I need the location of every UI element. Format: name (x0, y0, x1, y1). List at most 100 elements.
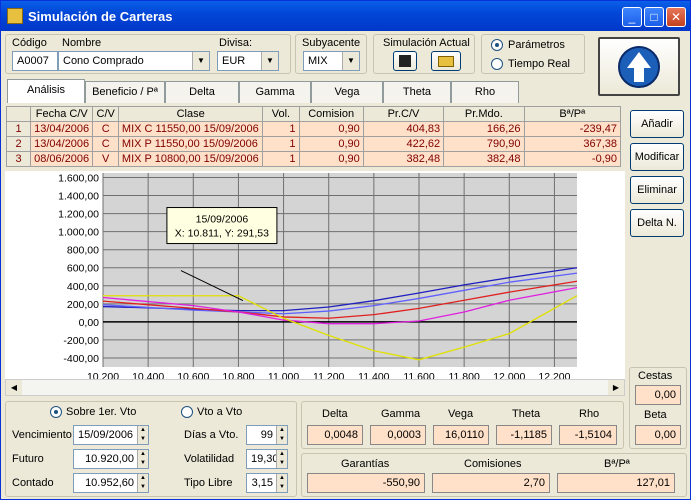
tipo-label: Tipo Libre (184, 477, 233, 489)
cell-fecha[interactable]: 08/06/2006 (30, 151, 94, 167)
dias-value: 99 (260, 429, 273, 441)
tab-rho[interactable]: Rho (451, 81, 519, 103)
radio-vto-a-vto[interactable] (181, 406, 193, 418)
cell-prmdo[interactable]: 790,90 (443, 136, 525, 152)
nombre-select[interactable]: Cono Comprado ▼ (58, 51, 210, 71)
column-header[interactable]: Vol. (262, 106, 300, 122)
divisa-select[interactable]: EUR ▼ (217, 51, 279, 71)
close-button[interactable]: ✕ (666, 7, 686, 27)
column-header[interactable]: Comision (298, 106, 364, 122)
cell-clase[interactable]: MIX P 10800,00 15/09/2006 (117, 151, 264, 167)
tab-beneficio[interactable]: Beneficio / Pª (85, 81, 165, 103)
column-header[interactable]: C/V (92, 106, 119, 122)
cell-cv[interactable]: C (92, 121, 119, 137)
contado-label: Contado (12, 477, 54, 489)
spin-icon[interactable]: ▲ ▼ (137, 426, 148, 444)
spin-icon[interactable]: ▲ ▼ (276, 450, 287, 468)
tab-gamma[interactable]: Gamma (239, 81, 311, 103)
cell-prmdo[interactable]: 382,48 (443, 151, 525, 167)
subyacente-select[interactable]: MIX ▼ (303, 51, 360, 71)
chevron-down-icon[interactable]: ▼ (342, 52, 359, 70)
y-tick-label: -200,00 (63, 335, 99, 347)
tab-delta[interactable]: Delta (165, 81, 239, 103)
column-header[interactable]: Pr.Mdo. (443, 106, 525, 122)
table-row[interactable]: 1 13/04/2006 C MIX C 11550,00 15/09/2006… (5, 121, 622, 137)
y-tick-label: 400,00 (67, 281, 99, 293)
rho-value: -1,5104 (559, 425, 617, 445)
column-header[interactable]: Fecha C/V (30, 106, 94, 122)
dias-field[interactable]: 99 ▲ ▼ (246, 425, 288, 445)
row-number: 1 (5, 121, 32, 137)
go-up-button[interactable] (598, 37, 680, 96)
contado-field[interactable]: 10.952,60 ▲ ▼ (73, 473, 149, 493)
column-header[interactable]: Pr.C/V (362, 106, 445, 122)
maximize-button[interactable]: □ (644, 7, 664, 27)
cell-prcv[interactable]: 404,83 (362, 121, 445, 137)
scroll-left-icon[interactable]: ◀ (6, 380, 22, 395)
cell-vol[interactable]: 1 (262, 151, 300, 167)
delete-button[interactable]: Eliminar (630, 176, 684, 204)
payoff-chart[interactable]: 10.200 10.400 10.600 10.800 11.000 11.200 11.4… (5, 171, 625, 383)
add-button[interactable]: Añadir (630, 110, 684, 138)
futuro-field[interactable]: 10.920,00 ▲ ▼ (73, 449, 149, 469)
tab-analisis[interactable]: Análisis (7, 79, 85, 103)
horizontal-scrollbar[interactable]: ◀ ▶ (5, 379, 625, 396)
scroll-right-icon[interactable]: ▶ (608, 380, 624, 395)
spin-icon[interactable]: ▲ ▼ (276, 474, 287, 492)
vencimiento-label: Vencimiento (12, 429, 72, 441)
delta-n-button[interactable]: Delta N. (630, 209, 684, 237)
cell-comision[interactable]: 0,90 (298, 151, 364, 167)
cell-prcv[interactable]: 422,62 (362, 136, 445, 152)
cell-comision[interactable]: 0,90 (298, 136, 364, 152)
spin-icon[interactable]: ▲ ▼ (276, 426, 287, 444)
radio-tiempo-real[interactable] (491, 58, 503, 70)
cell-cv[interactable]: V (92, 151, 119, 167)
plot-area (103, 173, 577, 367)
cell-prcv[interactable]: 382,48 (362, 151, 445, 167)
comisiones-value: 2,70 (432, 473, 550, 493)
table-row[interactable]: 3 08/06/2006 V MIX P 10800,00 15/09/2006… (5, 151, 622, 167)
y-tick-label: 1.400,00 (58, 191, 99, 203)
codigo-field[interactable]: A0007 (12, 51, 58, 71)
cell-fecha[interactable]: 13/04/2006 (30, 136, 94, 152)
cell-vol[interactable]: 1 (262, 136, 300, 152)
cell-cv[interactable]: C (92, 136, 119, 152)
garantias-value: -550,90 (307, 473, 425, 493)
cell-fecha[interactable]: 13/04/2006 (30, 121, 94, 137)
chevron-down-icon[interactable]: ▼ (261, 52, 278, 70)
table-row[interactable]: 2 13/04/2006 C MIX P 11550,00 15/09/2006… (5, 136, 622, 152)
spin-icon[interactable]: ▲ ▼ (137, 474, 148, 492)
open-button[interactable] (431, 51, 461, 71)
column-header[interactable]: Clase (117, 106, 264, 122)
cell-clase[interactable]: MIX C 11550,00 15/09/2006 (117, 121, 264, 137)
tab-vega[interactable]: Vega (311, 81, 383, 103)
radio-parametros[interactable] (491, 39, 503, 51)
cell-clase[interactable]: MIX P 11550,00 15/09/2006 (117, 136, 264, 152)
row-number: 2 (5, 136, 32, 152)
chevron-down-icon[interactable]: ▼ (192, 52, 209, 70)
subyacente-value: MIX (308, 55, 328, 67)
tab-theta[interactable]: Theta (383, 81, 451, 103)
cell-comision[interactable]: 0,90 (298, 121, 364, 137)
column-header[interactable]: Bª/Pª (523, 106, 622, 122)
divisa-label: Divisa: (219, 37, 253, 49)
volatilidad-field[interactable]: 19,30 ▲ ▼ (246, 449, 288, 469)
minimize-button[interactable]: _ (622, 7, 642, 27)
chart-svg[interactable]: 10.200 10.400 10.600 10.800 11.000 11.200 11.4… (5, 171, 625, 383)
cell-bp[interactable]: 367,38 (523, 136, 622, 152)
cell-vol[interactable]: 1 (262, 121, 300, 137)
modify-button[interactable]: Modificar (630, 143, 684, 171)
tipo-field[interactable]: 3,15 ▲ ▼ (246, 473, 288, 493)
cell-prmdo[interactable]: 166,26 (443, 121, 525, 137)
spin-icon[interactable]: ▲ ▼ (137, 450, 148, 468)
app-window: Simulación de Carteras _ □ ✕ Código Nomb… (0, 0, 691, 500)
radio-sobre-vto[interactable] (50, 406, 62, 418)
save-button[interactable] (393, 51, 417, 71)
y-tick-label: 800,00 (67, 245, 99, 257)
cell-bp[interactable]: -0,90 (523, 151, 622, 167)
theta-value: -1,1185 (496, 425, 552, 445)
nombre-label: Nombre (62, 37, 102, 49)
vencimiento-field[interactable]: 15/09/2006 ▲ ▼ (73, 425, 149, 445)
tipo-value: 3,15 (251, 477, 273, 489)
cell-bp[interactable]: -239,47 (523, 121, 622, 137)
